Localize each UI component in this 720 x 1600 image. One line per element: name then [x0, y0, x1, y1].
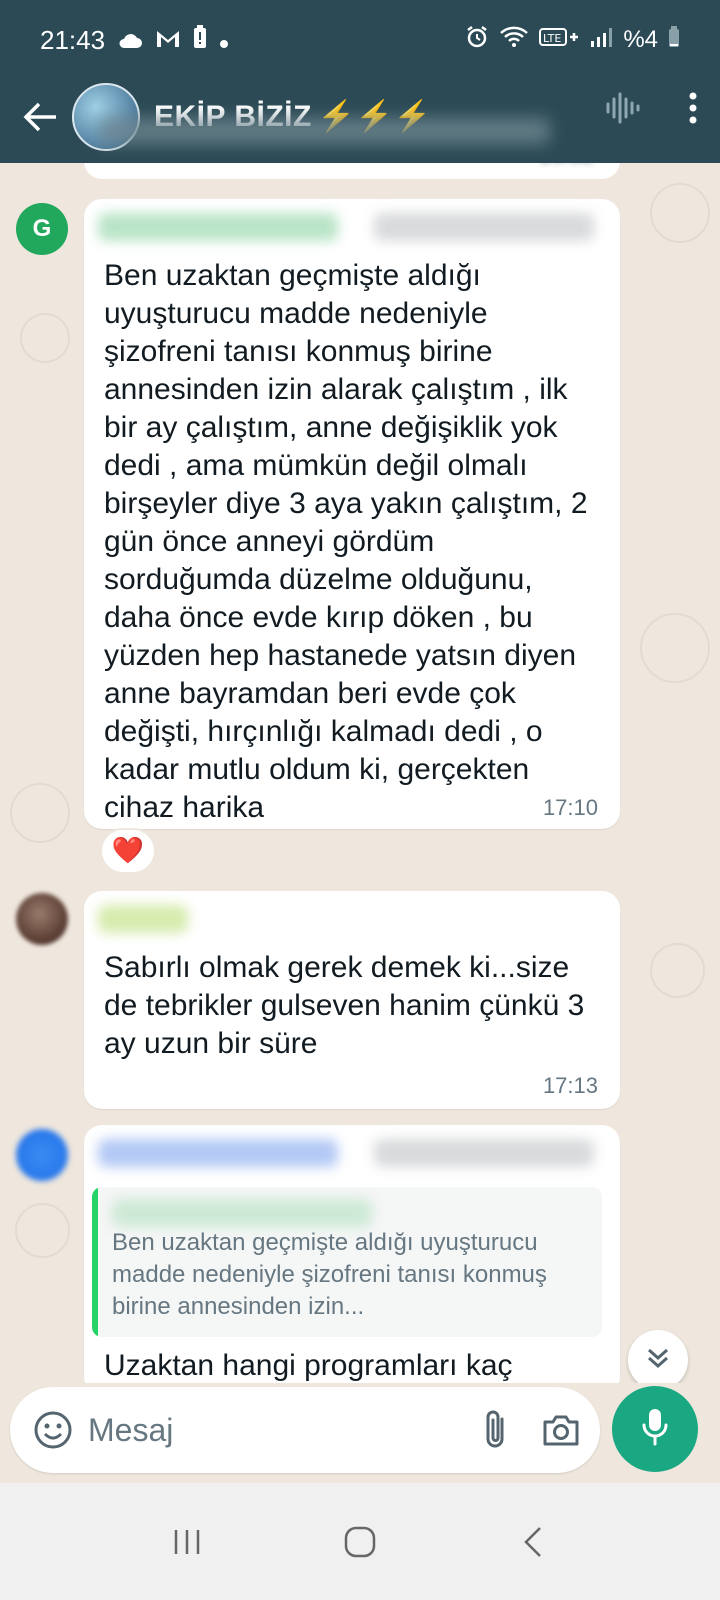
voice-message-button[interactable]: [612, 1386, 698, 1472]
avatar-letter: G: [32, 215, 52, 242]
message-composer: [10, 1387, 600, 1473]
reaction-badge[interactable]: ❤️: [100, 828, 156, 874]
quoted-sender-blurred: [112, 1199, 372, 1227]
sender-avatar[interactable]: G: [16, 203, 68, 255]
status-time: 21:43: [40, 24, 106, 55]
cloud-icon: [117, 25, 143, 56]
attachment-icon[interactable]: [470, 1405, 520, 1455]
status-bar: 21:43 LTE %4: [0, 0, 720, 80]
scroll-to-bottom-button[interactable]: [628, 1330, 688, 1383]
message-input[interactable]: [88, 1405, 448, 1455]
sender-avatar[interactable]: [16, 893, 68, 945]
svg-text:LTE: LTE: [543, 32, 561, 45]
battery-alert-icon: [193, 24, 207, 56]
gmail-icon: [155, 25, 181, 56]
signal-icon: [589, 25, 613, 56]
quote-accent-bar: [92, 1187, 98, 1337]
home-icon[interactable]: [330, 1512, 390, 1572]
quoted-message[interactable]: Ben uzaktan geçmişte aldığı uyuşturucu m…: [92, 1187, 602, 1337]
double-chevron-down-icon: [645, 1345, 671, 1376]
group-members-subtitle-blurred: [100, 118, 550, 144]
back-nav-icon[interactable]: [503, 1512, 563, 1572]
wifi-icon: [499, 25, 529, 56]
message-time: 17:13: [542, 1073, 598, 1098]
previous-message-bubble[interactable]: 16:32: [84, 163, 620, 179]
chat-header: 21:43 LTE %4 EKİP BİZİZ ⚡⚡⚡: [0, 0, 720, 163]
sender-name-blurred: [98, 213, 338, 241]
chat-messages-area[interactable]: 16:32 G Ben uzaktan geçmişte aldığı uyuş…: [0, 163, 720, 1383]
message-bubble[interactable]: Sabırlı olmak gerek demek ki...size de t…: [84, 891, 620, 1109]
message-bubble[interactable]: Ben uzaktan geçmişte aldığı uyuşturucu m…: [84, 199, 620, 829]
sender-phone-blurred: [374, 213, 594, 241]
message-text: Ben uzaktan geçmişte aldığı uyuşturucu m…: [104, 259, 588, 824]
message-time: 17:10: [542, 795, 598, 820]
battery-percent: %4: [623, 26, 658, 53]
volte-icon: LTE: [539, 25, 579, 56]
quoted-text: Ben uzaktan geçmişte aldığı uyuşturucu m…: [112, 1229, 547, 1320]
message-bubble[interactable]: Ben uzaktan geçmişte aldığı uyuşturucu m…: [84, 1125, 620, 1383]
microphone-icon: [641, 1407, 669, 1452]
recent-apps-icon[interactable]: [157, 1512, 217, 1572]
sender-name-blurred: [98, 1139, 338, 1167]
emoji-icon[interactable]: [28, 1405, 78, 1455]
notification-dot-icon: [219, 25, 229, 56]
more-options-icon[interactable]: [688, 91, 698, 130]
heart-reaction-icon: ❤️: [111, 836, 145, 866]
back-arrow-icon[interactable]: [8, 85, 72, 149]
previous-message-time-blurred: 16:32: [539, 163, 594, 169]
battery-icon: [668, 25, 680, 55]
voice-chat-icon[interactable]: [604, 90, 640, 131]
sender-phone-blurred: [374, 1139, 594, 1167]
message-text: Sabırlı olmak gerek demek ki...size de t…: [104, 951, 585, 1060]
system-navigation-bar: [0, 1483, 720, 1600]
alarm-icon: [465, 25, 489, 56]
sender-name-blurred: [98, 905, 188, 933]
sender-avatar[interactable]: [16, 1129, 68, 1181]
camera-icon[interactable]: [536, 1405, 586, 1455]
message-text: Uzaktan hangi programları kaç: [104, 1349, 513, 1382]
